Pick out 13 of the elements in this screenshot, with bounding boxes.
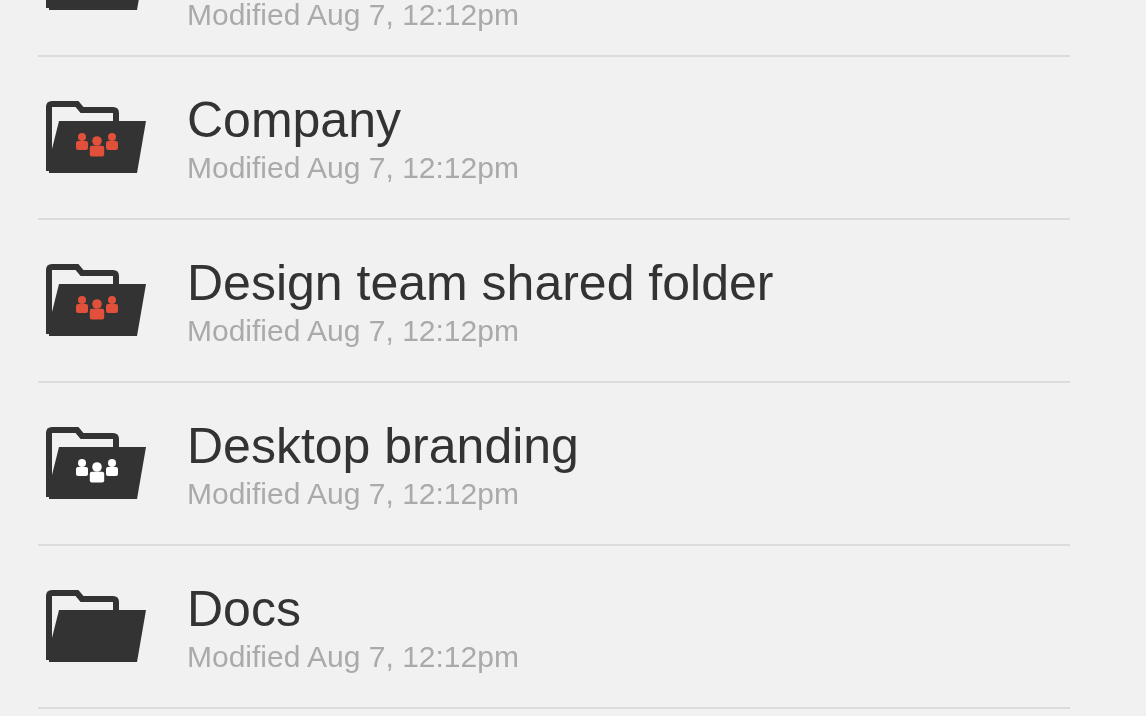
modified-date: Modified Aug 7, 12:12pm [187,149,519,186]
folder-name: Docs [187,579,302,639]
folder-row[interactable]: Design team shared folder Modified Aug 7, 12:12pm [38,220,1070,383]
modified-date: Modified Aug 7, 12:12pm [187,0,519,33]
folder-name: Company [187,90,402,150]
folder-name: Design team shared folder [187,253,774,313]
folder-row[interactable]: Docs Modified Aug 7, 12:12pm [38,546,1070,709]
folder-row[interactable]: Desktop branding Modified Aug 7, 12:12pm [38,383,1070,546]
modified-date: Modified Aug 7, 12:12pm [187,475,520,512]
modified-date: Modified Aug 7, 12:12pm [187,638,519,675]
folder-row[interactable]: Company Modified Aug 7, 12:12pm [38,57,1070,220]
folder-name: Desktop branding [187,416,579,476]
modified-date: Modified Aug 7, 12:12pm [187,312,520,349]
